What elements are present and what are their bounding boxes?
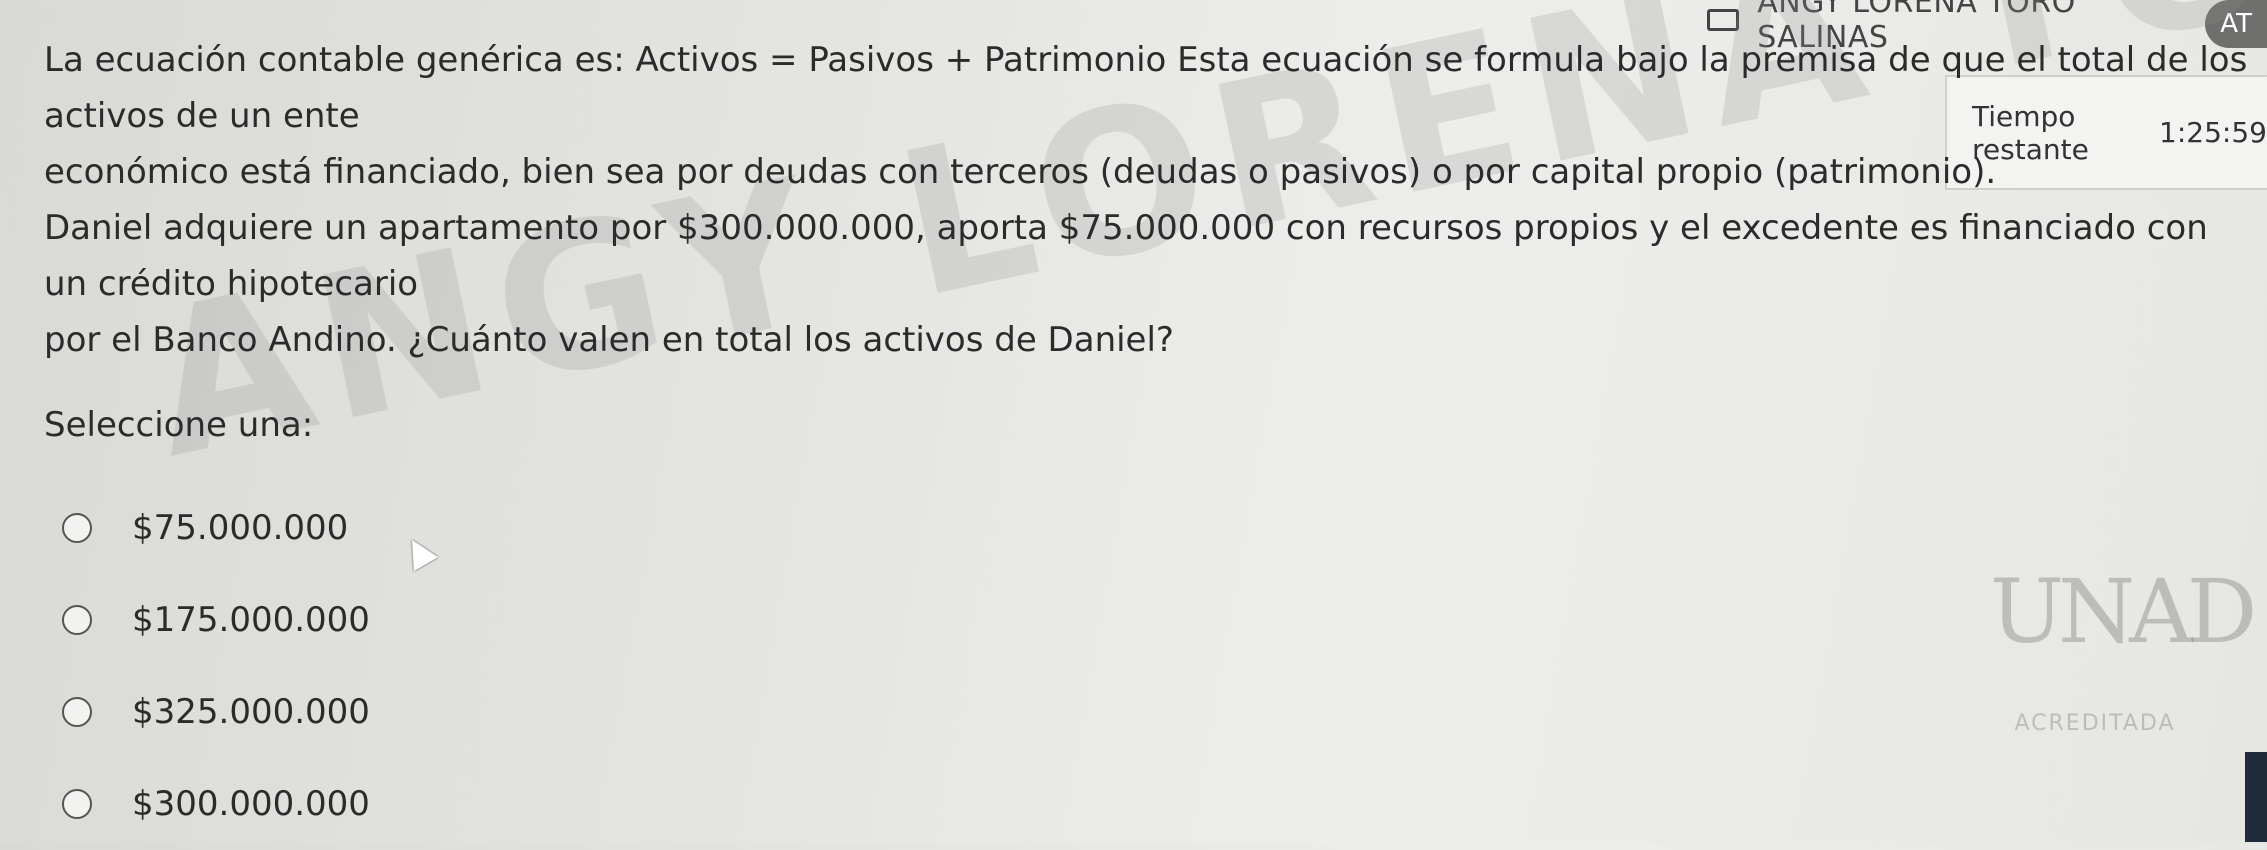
radio-button[interactable] — [62, 697, 92, 727]
radio-button[interactable] — [62, 789, 92, 819]
question-line-4: por el Banco Andino. ¿Cuánto valen en to… — [44, 320, 1174, 360]
option-label[interactable]: $300.000.000 — [132, 784, 370, 824]
option-c[interactable]: $325.000.000 — [62, 666, 370, 758]
question-text: La ecuación contable genérica es: Activo… — [44, 32, 2254, 368]
logo-accreditation: ACREDITADA — [2014, 711, 2176, 736]
answer-options: $75.000.000 $175.000.000 $325.000.000 $3… — [62, 482, 370, 850]
radio-button[interactable] — [62, 513, 92, 543]
question-line-1: La ecuación contable genérica es: Activo… — [44, 40, 2248, 136]
option-label[interactable]: $325.000.000 — [132, 692, 370, 732]
side-tab[interactable] — [2245, 752, 2267, 842]
question-line-2: económico está financiado, bien sea por … — [44, 152, 1997, 192]
logo-mark: UNAD — [1990, 560, 2257, 663]
option-b[interactable]: $175.000.000 — [62, 574, 370, 666]
radio-button[interactable] — [62, 605, 92, 635]
option-label[interactable]: $75.000.000 — [132, 508, 348, 548]
option-a[interactable]: $75.000.000 — [62, 482, 370, 574]
question-line-3: Daniel adquiere un apartamento por $300.… — [44, 208, 2208, 304]
user-card-icon — [1707, 9, 1740, 31]
mouse-cursor-icon — [399, 532, 439, 572]
unad-logo: UNAD ACREDITADA — [1990, 560, 2257, 800]
select-prompt: Seleccione una: — [44, 405, 314, 445]
option-d[interactable]: $300.000.000 — [62, 758, 370, 850]
option-label[interactable]: $175.000.000 — [132, 600, 370, 640]
